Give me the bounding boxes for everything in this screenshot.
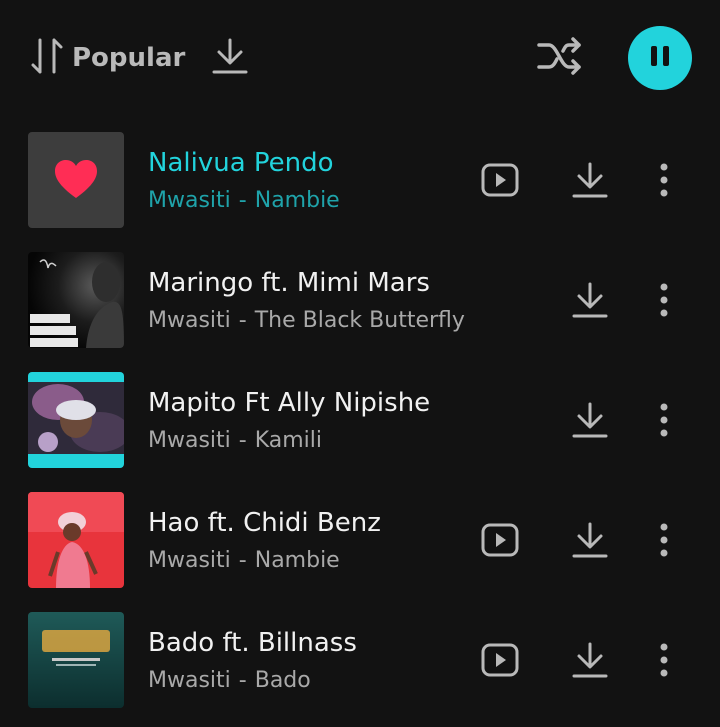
more-options-button[interactable] <box>650 520 678 560</box>
track-title: Bado ft. Billnass <box>148 628 357 658</box>
video-icon <box>481 643 519 677</box>
separator: - <box>238 188 247 213</box>
track-subtitle: Mwasiti - Bado <box>148 668 311 693</box>
download-icon <box>572 282 608 318</box>
play-video-button[interactable] <box>480 520 520 560</box>
more-options-button[interactable] <box>650 280 678 320</box>
download-button[interactable] <box>568 158 612 202</box>
shuffle-button[interactable] <box>534 34 586 82</box>
pause-button[interactable] <box>628 26 692 90</box>
play-video-button[interactable] <box>480 160 520 200</box>
track-title: Nalivua Pendo <box>148 148 334 178</box>
track-row[interactable]: Bado ft. Billnass Mwasiti - Bado <box>0 600 720 720</box>
track-thumbnail <box>28 492 124 588</box>
track-album: Nambie <box>254 188 340 213</box>
pause-icon <box>647 43 673 73</box>
more-vertical-icon <box>660 163 668 197</box>
more-vertical-icon <box>660 643 668 677</box>
download-button[interactable] <box>568 638 612 682</box>
album-art-image <box>28 252 124 348</box>
track-artist: Mwasiti <box>148 428 231 453</box>
track-album: Kamili <box>254 428 323 453</box>
track-subtitle: Mwasiti - Kamili <box>148 428 322 453</box>
track-thumbnail <box>28 372 124 468</box>
track-row[interactable]: Maringo ft. Mimi Mars Mwasiti - The Black … <box>0 240 720 360</box>
more-vertical-icon <box>660 523 668 557</box>
track-artist: Mwasiti <box>148 668 231 693</box>
album-art-image <box>28 492 124 588</box>
track-subtitle: Mwasiti - The Black Butterfly <box>148 308 465 333</box>
track-thumbnail <box>28 132 124 228</box>
more-vertical-icon <box>660 403 668 437</box>
track-row[interactable]: Mapito Ft Ally Nipishe Mwasiti - Kamili <box>0 360 720 480</box>
track-title: Maringo ft. Mimi Mars <box>148 268 430 298</box>
sort-label: Popular <box>72 43 186 73</box>
download-icon <box>572 642 608 678</box>
video-icon <box>481 163 519 197</box>
download-button[interactable] <box>568 518 612 562</box>
track-row[interactable]: Nalivua Pendo Mwasiti - Nambie <box>0 120 720 240</box>
track-title: Mapito Ft Ally Nipishe <box>148 388 431 418</box>
track-thumbnail <box>28 252 124 348</box>
download-icon <box>210 36 250 80</box>
play-video-button[interactable] <box>480 640 520 680</box>
track-album: Nambie <box>254 548 340 573</box>
more-options-button[interactable] <box>650 640 678 680</box>
track-thumbnail <box>28 612 124 708</box>
download-icon <box>572 402 608 438</box>
more-options-button[interactable] <box>650 160 678 200</box>
download-button[interactable] <box>568 278 612 322</box>
sort-icon <box>30 36 64 80</box>
separator: - <box>238 308 247 333</box>
video-icon <box>481 523 519 557</box>
separator: - <box>238 668 247 693</box>
track-album: The Black Butterfly <box>254 308 465 333</box>
download-all-button[interactable] <box>208 36 252 80</box>
track-subtitle: Mwasiti - Nambie <box>148 188 340 213</box>
track-artist: Mwasiti <box>148 188 231 213</box>
download-icon <box>572 522 608 558</box>
track-row[interactable]: Hao ft. Chidi Benz Mwasiti - Nambie <box>0 480 720 600</box>
heart-icon <box>55 160 97 198</box>
separator: - <box>238 548 247 573</box>
download-button[interactable] <box>568 398 612 442</box>
toolbar: Popular <box>0 0 720 115</box>
download-icon <box>572 162 608 198</box>
album-art-image <box>28 372 124 468</box>
more-options-button[interactable] <box>650 400 678 440</box>
track-album: Bado <box>254 668 311 693</box>
track-subtitle: Mwasiti - Nambie <box>148 548 340 573</box>
album-art-image <box>28 612 124 708</box>
track-artist: Mwasiti <box>148 548 231 573</box>
sort-button[interactable]: Popular <box>30 36 185 80</box>
shuffle-icon <box>535 35 585 81</box>
track-artist: Mwasiti <box>148 308 231 333</box>
separator: - <box>238 428 247 453</box>
track-list: Nalivua Pendo Mwasiti - Nambie Maringo f… <box>0 120 720 720</box>
track-title: Hao ft. Chidi Benz <box>148 508 381 538</box>
more-vertical-icon <box>660 283 668 317</box>
